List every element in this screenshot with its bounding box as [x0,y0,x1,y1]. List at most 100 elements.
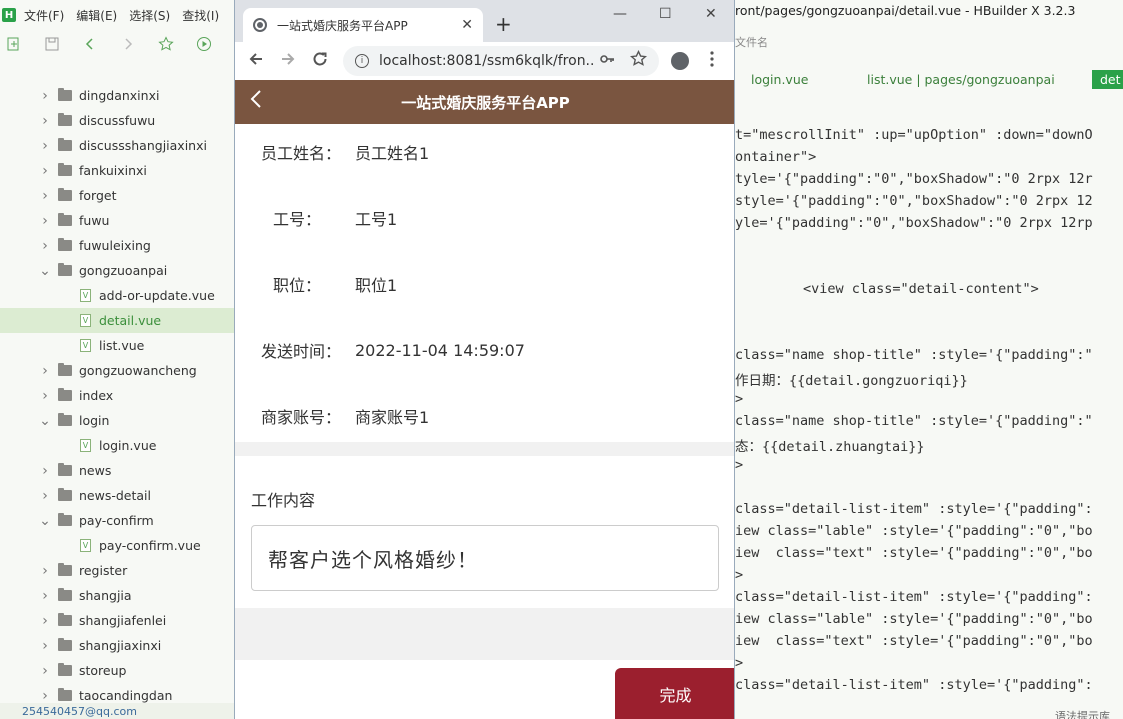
tree-file[interactable]: Vadd-or-update.vue [0,283,234,308]
chevron-right-icon[interactable]: › [38,638,52,654]
menu-file[interactable]: 文件(F) [24,7,64,24]
window-close-icon[interactable]: ✕ [705,6,717,22]
tree-folder[interactable]: › register [0,558,234,583]
section-divider-bottom [235,608,734,660]
done-button[interactable]: 完成 [615,668,734,719]
tree-folder[interactable]: › fuwu [0,208,234,233]
field-label: 发送时间： [260,342,341,361]
chevron-right-icon[interactable]: › [38,88,52,104]
chevron-right-icon[interactable]: › [38,688,52,704]
minimize-icon[interactable]: — [613,6,627,22]
tree-file[interactable]: Vlist.vue [0,333,234,358]
profile-icon[interactable] [671,52,689,70]
tree-item-label: fankuixinxi [79,163,147,178]
chevron-right-icon[interactable]: › [38,213,52,229]
tree-folder[interactable]: ⌄ gongzuoanpai [0,258,234,283]
tree-item-label: pay-confirm.vue [99,538,201,553]
tree-folder[interactable]: › news-detail [0,483,234,508]
tree-folder[interactable]: › forget [0,183,234,208]
folder-icon [58,413,72,426]
back-arrow-icon[interactable] [247,50,265,73]
forward-arrow-icon[interactable] [279,50,297,73]
chevron-right-icon[interactable]: › [38,388,52,404]
chevron-down-icon[interactable]: ⌄ [38,513,52,529]
chevron-right-icon[interactable]: › [38,163,52,179]
back-icon[interactable] [82,36,98,52]
maximize-icon[interactable]: ☐ [659,6,672,22]
chevron-right-icon[interactable]: › [38,238,52,254]
tree-folder[interactable]: › discussfuwu [0,108,234,133]
save-icon[interactable] [44,36,60,52]
chevron-left-icon[interactable] [249,88,263,116]
section-divider [235,442,734,456]
syntax-hint-label[interactable]: 语法提示库 [1055,708,1110,719]
chevron-right-icon[interactable]: › [38,113,52,129]
tree-item-label: storeup [79,663,127,678]
chevron-down-icon[interactable]: ⌄ [38,413,52,429]
star-icon[interactable] [158,36,174,52]
code-line: > [735,655,744,671]
tree-folder[interactable]: ⌄ pay-confirm [0,508,234,533]
chevron-right-icon[interactable]: › [38,463,52,479]
editor-tab-login[interactable]: login.vue [751,72,808,87]
chevron-right-icon[interactable]: › [38,588,52,604]
tree-item-label: taocandingdan [79,688,173,703]
run-icon[interactable] [196,36,212,52]
new-file-icon[interactable] [6,36,22,52]
tree-folder[interactable]: › news [0,458,234,483]
editor-tab-list[interactable]: list.vue | pages/gongzuoanpai [867,72,1055,87]
info-icon[interactable]: i [355,54,369,68]
key-icon[interactable] [599,51,615,71]
tree-item-label: shangjia [79,588,132,603]
forward-icon[interactable] [120,36,136,52]
status-bar-account[interactable]: 254540457@qq.com [0,703,234,719]
code-line: iew class="text" :style='{"padding":"0",… [735,633,1093,649]
browser-tab[interactable]: 一站式婚庆服务平台APP ✕ [243,8,483,42]
menu-kebab-icon[interactable] [709,50,715,72]
chevron-right-icon[interactable]: › [38,613,52,629]
tree-folder[interactable]: › shangjia [0,583,234,608]
editor-tab-detail[interactable]: det [1092,70,1123,89]
chevron-right-icon[interactable]: › [38,563,52,579]
tree-file[interactable]: Vlogin.vue [0,433,234,458]
project-tree: › dingdanxinxi › discussfuwu › discussshangji… [0,83,234,704]
tree-folder[interactable]: › shangjiafenlei [0,608,234,633]
menu-select[interactable]: 选择(S) [129,7,170,24]
tree-item-label: fuwuleixing [79,238,151,253]
tree-file[interactable]: Vpay-confirm.vue [0,533,234,558]
globe-icon [253,18,267,32]
work-content-box: 帮客户选个风格婚纱！ [251,525,719,591]
tree-item-label: list.vue [99,338,145,353]
tree-folder[interactable]: › dingdanxinxi [0,83,234,108]
tree-folder[interactable]: › discussshangjiaxinxi [0,133,234,158]
code-line: class="name shop-title" :style='{"paddin… [735,347,1093,363]
tree-file[interactable]: Vdetail.vue [0,308,234,333]
tree-folder[interactable]: › gongzuowancheng [0,358,234,383]
url-text[interactable]: localhost:8081/ssm6kqlk/fron... [379,53,594,69]
tab-close-icon[interactable]: ✕ [461,17,473,33]
tree-item-label: login.vue [99,438,157,453]
folder-icon [58,663,72,676]
bookmark-star-icon[interactable] [629,49,648,71]
tree-folder[interactable]: › index [0,383,234,408]
new-tab-button[interactable]: + [495,12,512,36]
tree-folder[interactable]: › fuwuleixing [0,233,234,258]
tree-folder[interactable]: › fankuixinxi [0,158,234,183]
tree-folder[interactable]: › shangjiaxinxi [0,633,234,658]
hbuilder-menubar: H 文件(F) 编辑(E) 选择(S) 查找(I) [0,0,240,30]
code-line: style='{"padding":"0","boxShadow":"0 2rp… [735,193,1093,209]
tree-folder[interactable]: › storeup [0,658,234,683]
reload-icon[interactable] [311,50,329,73]
chevron-right-icon[interactable]: › [38,488,52,504]
tree-folder[interactable]: ⌄ login [0,408,234,433]
menu-find[interactable]: 查找(I) [182,7,219,24]
chevron-right-icon[interactable]: › [38,138,52,154]
menu-edit[interactable]: 编辑(E) [76,7,117,24]
address-bar[interactable]: i localhost:8081/ssm6kqlk/fron... [343,46,659,76]
chevron-right-icon[interactable]: › [38,663,52,679]
tree-item-label: shangjiafenlei [79,613,167,628]
chevron-down-icon[interactable]: ⌄ [38,263,52,279]
chevron-right-icon[interactable]: › [38,363,52,379]
chevron-right-icon[interactable]: › [38,188,52,204]
folder-icon [58,88,72,101]
